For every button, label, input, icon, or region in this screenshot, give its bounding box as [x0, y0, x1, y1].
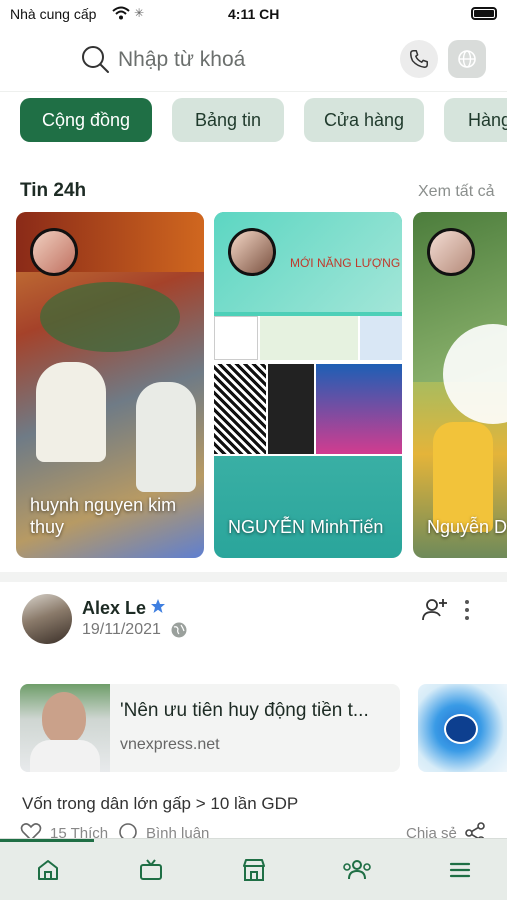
star-badge-icon [151, 599, 165, 613]
post-author-name[interactable]: Alex Le [82, 598, 146, 619]
status-time: 4:11 CH [228, 6, 280, 22]
statue-image [136, 382, 196, 492]
story-author: huynh nguyen kim thuy [30, 495, 177, 537]
post-author-avatar[interactable] [22, 594, 72, 644]
tab-hang[interactable]: Hàng [444, 98, 507, 142]
search-icon[interactable] [80, 44, 110, 74]
tv-icon[interactable] [138, 857, 164, 883]
category-tabs: Cộng đồng Bảng tin Cửa hàng Hàng [0, 98, 507, 144]
tab-cong-dong[interactable]: Cộng đồng [20, 98, 152, 142]
carrier-label: Nhà cung cấp [10, 6, 97, 22]
globe-icon [458, 50, 476, 68]
flyer-image [214, 316, 402, 456]
story-card[interactable]: MỚI NĂNG LƯỢNG NGUYỄN MinhTiến [214, 212, 402, 558]
tab-bang-tin[interactable]: Bảng tin [172, 98, 284, 142]
link-preview-card[interactable]: 'Nên ưu tiên huy động tiền t... vnexpres… [20, 684, 400, 772]
story-card[interactable]: Nguyễn D [413, 212, 507, 558]
plant-image [40, 282, 180, 352]
story-author: NGUYỄN MinhTiến [228, 517, 384, 537]
loading-icon: ✳ [134, 6, 145, 20]
post-text: Vốn trong dân lớn gấp > 10 lần GDP [22, 794, 299, 813]
status-bar: Nhà cung cấp ✳ 4:11 CH [0, 0, 507, 28]
story-avatar [427, 228, 475, 276]
more-options-icon[interactable] [460, 598, 474, 622]
section-divider [0, 572, 507, 582]
link-domain: vnexpress.net [120, 736, 220, 753]
battery-icon [471, 7, 497, 20]
search-header [0, 28, 507, 92]
post-date: 19/11/2021 [82, 621, 161, 638]
story-avatar [228, 228, 276, 276]
diagram-image [444, 714, 478, 744]
tab-cua-hang[interactable]: Cửa hàng [304, 98, 424, 142]
menu-icon[interactable] [447, 857, 473, 883]
stories-title: Tin 24h [20, 180, 87, 201]
story-author: Nguyễn D [427, 517, 507, 537]
story-card[interactable]: huynh nguyen kim thuy [16, 212, 204, 558]
active-tab-indicator [0, 839, 94, 842]
language-button[interactable] [448, 40, 486, 78]
public-globe-icon [171, 622, 187, 638]
bottom-navigation [0, 838, 507, 900]
store-icon[interactable] [241, 857, 267, 883]
story-avatar [30, 228, 78, 276]
statue-image [36, 362, 106, 462]
link-preview-card-2[interactable] [418, 684, 507, 772]
wifi-icon [112, 6, 130, 20]
search-input[interactable] [118, 44, 378, 76]
stories-carousel[interactable]: huynh nguyen kim thuy MỚI NĂNG LƯỢNG NGU… [0, 212, 507, 560]
group-icon[interactable] [342, 857, 372, 883]
call-button[interactable] [400, 40, 438, 78]
link-title: 'Nên ưu tiên huy động tiền t... [120, 700, 369, 721]
story-caption: MỚI NĂNG LƯỢNG [290, 256, 401, 270]
add-friend-icon[interactable] [421, 596, 449, 624]
see-all-link[interactable]: Xem tất cả [418, 183, 494, 201]
link-thumbnail [20, 684, 110, 772]
phone-icon [410, 50, 428, 68]
home-icon[interactable] [35, 857, 61, 883]
